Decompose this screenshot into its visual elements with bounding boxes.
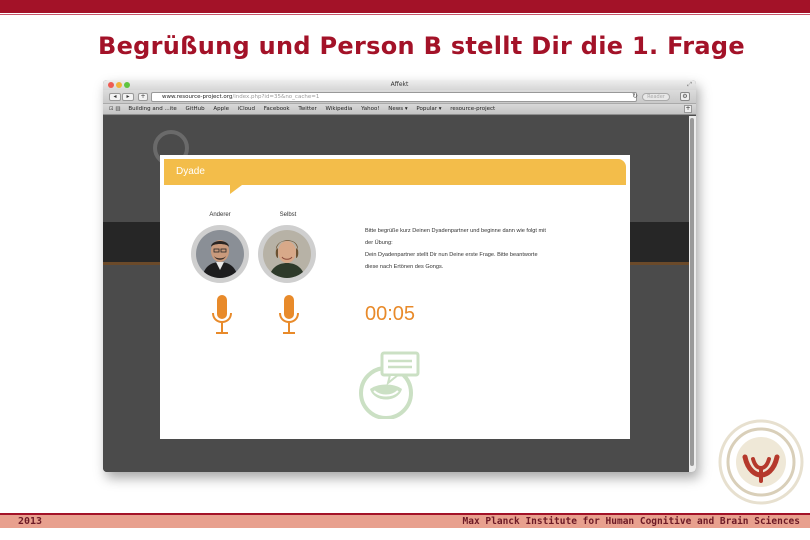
new-tab-button[interactable]: + [138,93,148,101]
person-self-label: Selbst [279,212,297,218]
top-bar-divider [0,14,810,15]
dialog-title: Dyade [176,166,205,177]
avatar-self [258,225,316,283]
bookmark-item[interactable]: Twitter [298,104,316,114]
dialog-header: Dyade [164,159,626,185]
bookmark-item[interactable]: Wikipedia [326,104,353,114]
microphone-self-icon[interactable] [277,295,301,339]
slide-title: Begrüßung und Person B stellt Dir die 1.… [98,32,745,60]
reload-icon[interactable]: ↻ [632,92,638,100]
instruction-line: diese nach Ertönen des Gongs. [365,264,444,270]
bookmark-item[interactable]: Yahoo! [361,104,379,114]
url-path: /index.php?id=35&no_cache=1 [232,94,320,100]
avatar-other [191,225,249,283]
bookmark-item[interactable]: iCloud [238,104,255,114]
bookmarks-bar: ⊡ ▥ Building and ...ite GitHub Apple iCl… [103,104,696,115]
bookmark-item[interactable]: GitHub [186,104,205,114]
bookmark-item[interactable]: Building and ...ite [128,104,176,114]
bookmark-item[interactable]: resource-project [450,104,495,114]
page-scrollbar[interactable] [689,116,696,472]
add-bookmark-button[interactable]: + [684,105,692,113]
bookmark-item[interactable]: Facebook [264,104,290,114]
forward-button[interactable]: ▸ [122,93,134,101]
instructions-text: Bitte begrüße kurz Deinen Dyadenpartner … [365,225,595,273]
microphone-other-icon[interactable] [210,295,234,339]
person-other-label: Anderer [209,212,231,218]
back-button[interactable]: ◂ [109,93,121,101]
footer-institute: Max Planck Institute for Human Cognitive… [462,516,800,527]
bookmark-item[interactable]: News ▾ [388,104,407,114]
address-bar[interactable]: www.resource-project.org/index.php?id=35… [151,92,637,102]
countdown-timer: 00:05 [365,303,416,325]
footer-bar: 2013 Max Planck Institute for Human Cogn… [0,515,810,528]
avatar-self-photo [263,230,311,278]
reader-button[interactable]: Reader [642,93,670,101]
header-pointer [230,185,242,194]
bookmarks-icons[interactable]: ⊡ ▥ [109,104,121,114]
scroll-thumb[interactable] [690,118,694,466]
avatar-other-photo [196,230,244,278]
instruction-line: Bitte begrüße kurz Deinen Dyadenpartner … [365,228,546,234]
window-title: Affekt [390,81,409,88]
browser-toolbar: ◂ ▸ + www.resource-project.org/index.php… [103,90,696,104]
url-domain: www.resource-project.org [162,94,233,100]
footer-year: 2013 [18,516,43,527]
fullscreen-icon[interactable]: ⤢ [687,81,692,89]
dyade-dialog: Dyade Anderer Selbst Bitte begrüße kurz … [160,155,630,439]
institute-logo [718,419,804,505]
bookmark-item[interactable]: Apple [213,104,229,114]
bookmark-item[interactable]: Popular ▾ [416,104,441,114]
window-titlebar: Affekt ⤢ [103,80,696,90]
instruction-line: der Übung: [365,240,393,246]
instruction-line: Dein Dyadenpartner stellt Dir nun Deine … [365,252,538,258]
top-bar [0,0,810,13]
speaking-mouth-icon [359,351,420,419]
gear-icon[interactable]: ⚙ [680,92,690,101]
